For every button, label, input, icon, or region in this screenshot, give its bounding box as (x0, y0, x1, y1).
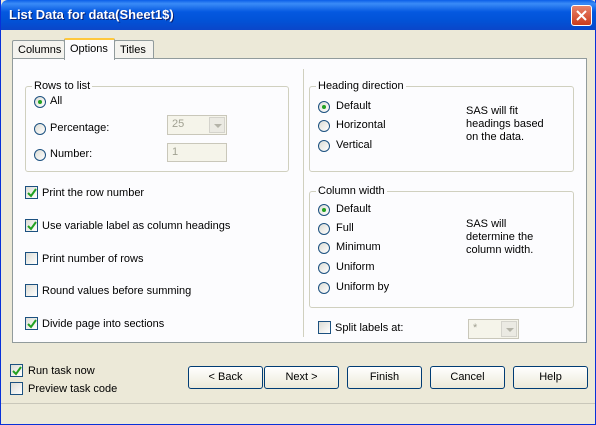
check-icon (27, 188, 37, 198)
help-button[interactable]: Help (513, 366, 588, 389)
tab-options[interactable]: Options (64, 38, 115, 60)
radio-width-uniform-by-label: Uniform by (336, 281, 390, 293)
use-variable-label-label: Use variable label as column headings (42, 220, 231, 232)
radio-heading-horizontal-label: Horizontal (336, 119, 386, 131)
back-button[interactable]: < Back (188, 366, 263, 389)
number-field[interactable]: 1 (167, 143, 227, 162)
checkbox-preview-task-code[interactable] (10, 382, 23, 395)
radio-rows-number[interactable] (34, 149, 46, 161)
percentage-value: 25 (172, 118, 185, 130)
split-labels-select[interactable]: * (468, 319, 519, 339)
split-labels-label: Split labels at: (335, 322, 404, 334)
heading-direction-note: SAS will fit headings based on the data. (466, 105, 544, 143)
options-panel: Rows to list All Percentage: 25 Number: … (12, 58, 587, 343)
heading-direction-title: Heading direction (316, 80, 406, 92)
checkbox-print-row-number[interactable] (25, 186, 38, 199)
checkbox-split-labels[interactable] (318, 321, 331, 334)
checkbox-round-values[interactable] (25, 284, 38, 297)
rows-to-list-group: Rows to list All Percentage: 25 Number: … (25, 80, 289, 172)
radio-heading-default[interactable] (318, 101, 330, 113)
radio-heading-vertical-label: Vertical (336, 139, 373, 151)
radio-width-uniform-label: Uniform (336, 261, 375, 273)
dialog-window: List Data for data(Sheet1$) Columns Opti… (0, 0, 596, 425)
round-values-label: Round values before summing (42, 285, 192, 297)
radio-rows-percentage-label: Percentage: (50, 122, 110, 134)
radio-heading-vertical[interactable] (318, 140, 330, 152)
window-title: List Data for data(Sheet1$) (9, 7, 174, 22)
checkbox-print-number-of-rows[interactable] (25, 252, 38, 265)
status-bar (1, 403, 595, 424)
radio-rows-number-label: Number: (50, 148, 93, 160)
percentage-select[interactable]: 25 (167, 115, 227, 135)
radio-rows-percentage[interactable] (34, 123, 46, 135)
radio-heading-default-label: Default (336, 100, 371, 112)
cancel-button[interactable]: Cancel (430, 366, 505, 389)
close-button[interactable] (571, 5, 592, 26)
preview-task-code-label: Preview task code (28, 383, 118, 395)
radio-width-default[interactable] (318, 204, 330, 216)
check-icon (27, 221, 37, 231)
print-row-number-label: Print the row number (42, 187, 145, 199)
radio-heading-horizontal[interactable] (318, 120, 330, 132)
radio-rows-all-label: All (50, 95, 63, 107)
chevron-down-icon[interactable] (209, 117, 225, 133)
checkbox-run-task-now[interactable] (10, 364, 23, 377)
radio-width-full[interactable] (318, 223, 330, 235)
column-width-note: SAS will determine the column width. (466, 218, 534, 256)
tab-columns[interactable]: Columns (12, 40, 65, 59)
radio-width-uniform[interactable] (318, 262, 330, 274)
checkbox-divide-page[interactable] (25, 317, 38, 330)
finish-button[interactable]: Finish (347, 366, 422, 389)
column-width-group: Column width Default Full Minimum Unifor… (309, 185, 574, 308)
radio-width-uniform-by[interactable] (318, 282, 330, 294)
radio-width-minimum[interactable] (318, 242, 330, 254)
radio-width-minimum-label: Minimum (336, 241, 381, 253)
checkbox-use-variable-label[interactable] (25, 219, 38, 232)
radio-width-default-label: Default (336, 203, 371, 215)
print-number-of-rows-label: Print number of rows (42, 253, 144, 265)
tab-titles[interactable]: Titles (114, 40, 154, 59)
split-labels-value: * (473, 322, 478, 334)
rows-to-list-title: Rows to list (32, 80, 93, 92)
chevron-down-icon[interactable] (501, 321, 517, 337)
check-icon (12, 366, 22, 376)
radio-rows-all[interactable] (34, 96, 46, 108)
radio-width-full-label: Full (336, 222, 354, 234)
next-button[interactable]: Next > (264, 366, 339, 389)
title-bar[interactable]: List Data for data(Sheet1$) (1, 0, 596, 30)
column-width-title: Column width (316, 185, 387, 197)
vertical-divider (303, 69, 304, 337)
divide-page-label: Divide page into sections (42, 318, 165, 330)
check-icon (27, 319, 37, 329)
run-task-now-label: Run task now (28, 365, 95, 377)
heading-direction-group: Heading direction Default Horizontal Ver… (309, 80, 574, 172)
